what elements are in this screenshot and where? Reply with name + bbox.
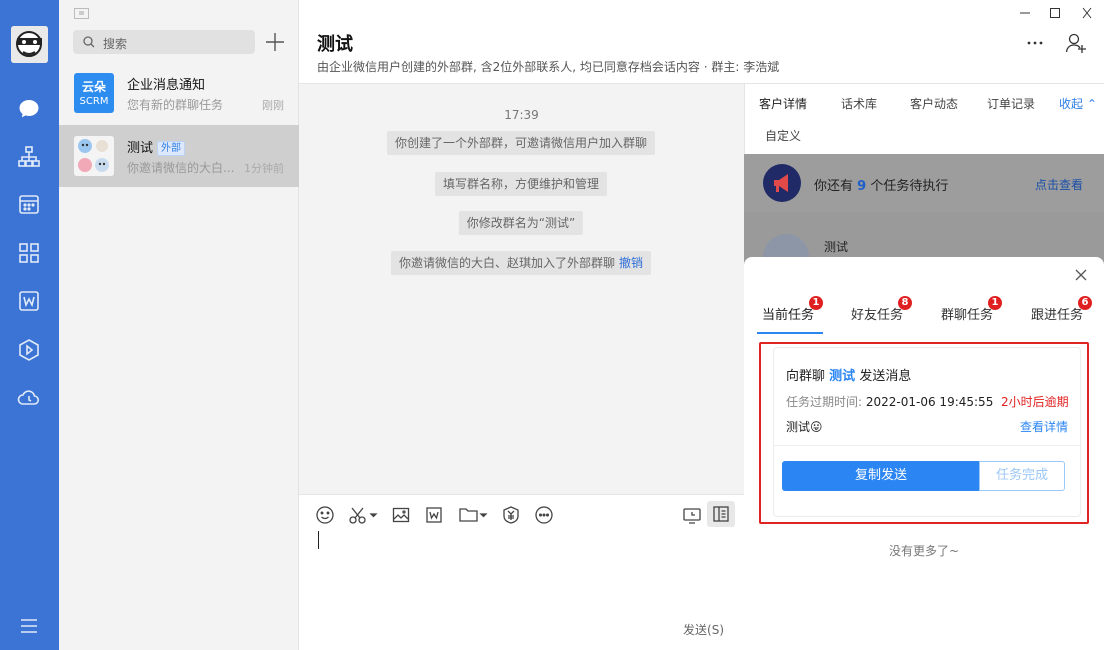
conversation-time: 刚刚 [262,99,284,112]
tab-customer-activity[interactable]: 客户动态 [910,95,958,112]
close-window-icon[interactable] [1079,6,1095,20]
menu-icon[interactable] [17,616,41,636]
nav-rail [0,0,59,650]
history-icon[interactable] [682,505,702,525]
system-message: 填写群名称，方便维护和管理 [434,172,608,196]
scrm-logo-avatar: 云朵 SCRM [74,73,114,113]
message-time: 17:39 [504,108,539,122]
window-sticker-icon[interactable] [74,8,89,19]
apps-grid-icon[interactable] [17,241,41,265]
conversation-name: 测试 外部 [127,137,186,156]
group-avatar [74,136,114,176]
count-badge: 8 [898,296,913,310]
send-button[interactable]: 发送(S) [683,621,724,638]
tab-script-library[interactable]: 话术库 [841,95,877,112]
tab-friend-tasks[interactable]: 好友任务 8 [851,296,913,323]
notice-text: 你还有 9 个任务待执行 [814,179,949,194]
org-chart-icon[interactable] [17,145,41,169]
image-icon[interactable] [391,505,411,525]
chevron-up-icon: ⌃ [1086,97,1097,111]
close-icon[interactable] [1074,268,1088,282]
conversation-name: 企业消息通知 [127,78,206,93]
system-message: 你修改群名为“测试” [458,211,584,235]
maximize-icon[interactable] [1047,6,1063,20]
no-more-label: 没有更多了~ [888,544,960,558]
task-notice[interactable]: 你还有 9 个任务待执行 点击查看 [744,154,1104,212]
conversation-list: 搜索 云朵 SCRM 企业消息通知 您有新的群聊任务 刚刚 测试 外部 你邀请微信… [59,0,299,650]
chat-title: 测试 [317,34,353,55]
external-tag: 外部 [157,141,186,156]
count-badge: 6 [1078,296,1093,310]
copy-send-button[interactable]: 复制发送 [782,461,980,491]
megaphone-icon [763,164,801,202]
conversation-time: 1分钟前 [244,162,284,175]
task-title: 向群聊 测试 发送消息 [786,369,912,384]
collapse-button[interactable]: 收起 ⌃ [1059,95,1097,112]
conversation-item-test[interactable]: 测试 外部 你邀请微信的大白... 1分钟前 [59,125,299,187]
conversation-preview: 您有新的群聊任务 [127,98,224,112]
tab-group-tasks[interactable]: 群聊任务 1 [941,296,1003,323]
tab-followup-tasks[interactable]: 跟进任务 6 [1031,296,1093,323]
task-expire-row: 任务过期时间: 2022-01-06 19:45:55 [786,395,994,409]
tab-current-tasks[interactable]: 当前任务 1 [762,296,824,323]
conversation-item-notifications[interactable]: 云朵 SCRM 企业消息通知 您有新的群聊任务 刚刚 [59,62,299,124]
system-message: 你邀请微信的大白、赵琪加入了外部群聊 撤销 [390,251,652,275]
overdue-label: 2小时后逾期 [1001,395,1069,409]
active-tab-indicator [757,332,823,334]
search-placeholder: 搜索 [103,37,128,51]
calendar-icon[interactable] [17,192,41,216]
card-divider [774,445,1080,446]
view-detail-link[interactable]: 查看详情 [1020,418,1068,435]
minimize-icon[interactable] [1017,6,1033,20]
task-sheet: 当前任务 1 好友任务 8 群聊任务 1 跟进任务 6 向群聊 测试 发送消息 任务过期… [744,257,1104,650]
docs-icon[interactable] [17,289,41,313]
conversation-preview: 你邀请微信的大白... [127,161,235,175]
side-panel-toggle[interactable] [707,501,735,527]
group-name-link[interactable]: 测试 [829,369,855,384]
tab-custom[interactable]: 自定义 [765,127,801,144]
count-badge: 1 [988,296,1003,310]
chat-header: 测试 由企业微信用户创建的外部群, 含2位外部联系人, 均已同意存档会话内容 ·… [299,0,1104,84]
add-conversation-button[interactable] [264,31,286,53]
avatar[interactable] [11,26,48,63]
doc-icon[interactable] [424,505,444,525]
count-badge: 1 [809,296,824,310]
task-complete-button[interactable]: 任务完成 [979,461,1065,491]
text-cursor[interactable] [318,531,319,549]
member-name: 测试 [824,240,849,254]
search-input[interactable]: 搜索 [73,30,255,54]
chat-subtitle: 由企业微信用户创建的外部群, 含2位外部联系人, 均已同意存档会话内容 · 群主… [317,60,780,74]
payment-icon[interactable] [501,505,521,525]
chat-icon[interactable] [17,97,41,121]
task-content: 测试😛 [786,420,823,434]
more-tools-icon[interactable] [534,505,554,525]
revoke-link[interactable]: 撤销 [619,256,643,270]
message-composer: 发送(S) [299,494,744,650]
folder-icon[interactable] [458,505,490,525]
emoji-icon[interactable] [315,505,335,525]
more-icon[interactable] [1026,34,1044,52]
workbench-icon[interactable] [17,338,41,362]
tab-order-records[interactable]: 订单记录 [987,95,1035,112]
view-tasks-link[interactable]: 点击查看 [1035,176,1083,193]
task-card: 向群聊 测试 发送消息 任务过期时间: 2022-01-06 19:45:55 … [773,347,1081,517]
screenshot-scissors-icon[interactable] [348,505,378,525]
cloud-icon[interactable] [17,385,41,409]
search-icon [83,36,95,48]
system-message: 你创建了一个外部群，可邀请微信用户加入群聊 [386,131,656,155]
tab-customer-detail[interactable]: 客户详情 [759,95,807,112]
task-card-highlight: 向群聊 测试 发送消息 任务过期时间: 2022-01-06 19:45:55 … [759,342,1089,524]
add-member-icon[interactable] [1065,32,1087,54]
